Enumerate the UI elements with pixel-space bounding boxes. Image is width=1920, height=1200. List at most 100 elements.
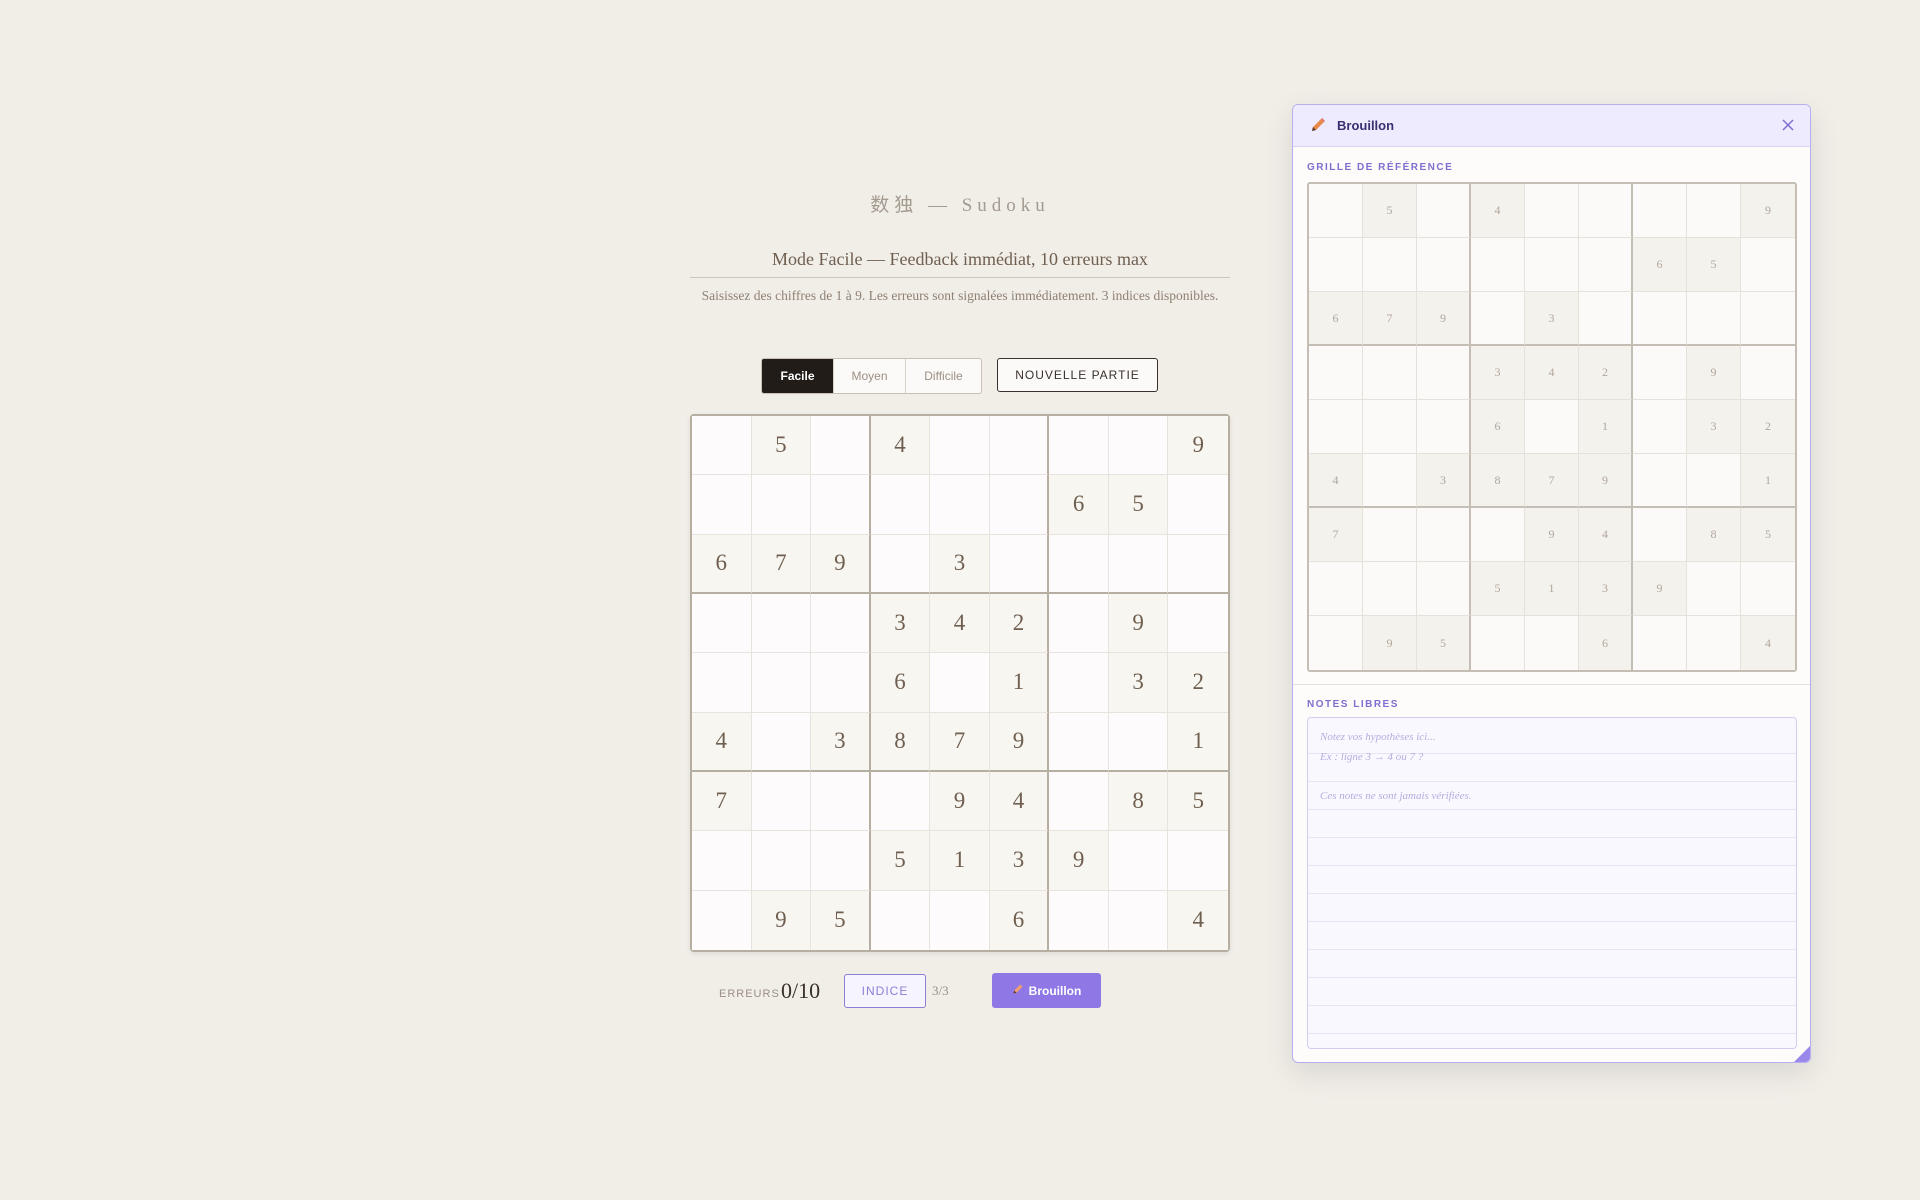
sudoku-cell[interactable]	[1108, 534, 1169, 594]
sudoku-cell[interactable]: 9	[930, 771, 990, 832]
sudoku-cell[interactable]	[811, 653, 871, 713]
sudoku-cell[interactable]	[870, 475, 931, 535]
sudoku-cell[interactable]	[692, 416, 752, 476]
difficulty-moyen-button[interactable]: Moyen	[834, 359, 906, 393]
sudoku-cell[interactable]: 9	[1108, 593, 1169, 654]
sudoku-cell[interactable]: 2	[989, 593, 1050, 654]
sudoku-cell[interactable]: 5	[811, 890, 871, 950]
sudoku-cell[interactable]	[1108, 890, 1169, 950]
sudoku-cell[interactable]: 9	[751, 890, 812, 950]
reference-cell	[1687, 562, 1741, 616]
sudoku-cell[interactable]	[692, 593, 752, 654]
sudoku-cell[interactable]: 4	[1168, 890, 1228, 950]
draft-panel-header[interactable]: Brouillon	[1293, 105, 1810, 147]
reference-grid: 549656793342961324387917948551399564	[1307, 182, 1797, 672]
sudoku-cell[interactable]	[751, 593, 812, 654]
sudoku-cell[interactable]	[930, 416, 990, 476]
sudoku-cell[interactable]	[811, 475, 871, 535]
sudoku-cell[interactable]	[870, 771, 931, 832]
sudoku-cell[interactable]: 7	[751, 534, 812, 594]
sudoku-cell[interactable]	[989, 475, 1050, 535]
sudoku-cell[interactable]: 4	[930, 593, 990, 654]
sudoku-cell[interactable]	[751, 475, 812, 535]
sudoku-cell[interactable]: 7	[930, 712, 990, 772]
sudoku-cell[interactable]	[692, 653, 752, 713]
sudoku-cell[interactable]: 6	[692, 534, 752, 594]
hint-button[interactable]: INDICE	[844, 974, 926, 1008]
sudoku-cell[interactable]	[930, 475, 990, 535]
sudoku-cell[interactable]	[1168, 475, 1228, 535]
sudoku-cell[interactable]: 1	[989, 653, 1050, 713]
difficulty-facile-button[interactable]: Facile	[762, 359, 834, 393]
sudoku-cell[interactable]	[1168, 534, 1228, 594]
sudoku-cell[interactable]	[870, 534, 931, 594]
sudoku-cell[interactable]	[1108, 712, 1169, 772]
sudoku-cell[interactable]	[1049, 712, 1109, 772]
notes-textarea[interactable]: Notez vos hypothèses ici... Ex : ligne 3…	[1307, 717, 1797, 1049]
sudoku-cell[interactable]: 5	[1168, 771, 1228, 832]
reference-cell	[1309, 400, 1363, 454]
draft-panel: Brouillon GRILLE DE RÉFÉRENCE 5496567933…	[1292, 104, 1811, 1063]
sudoku-cell[interactable]: 3	[1108, 653, 1169, 713]
sudoku-cell[interactable]	[930, 890, 990, 950]
sudoku-cell[interactable]: 1	[1168, 712, 1228, 772]
sudoku-cell[interactable]: 3	[811, 712, 871, 772]
sudoku-cell[interactable]	[989, 416, 1050, 476]
sudoku-cell[interactable]: 6	[1049, 475, 1109, 535]
close-icon[interactable]	[1780, 117, 1796, 133]
sudoku-cell[interactable]	[1108, 416, 1169, 476]
sudoku-cell[interactable]: 7	[692, 771, 752, 832]
sudoku-cell[interactable]: 5	[751, 416, 812, 476]
sudoku-cell[interactable]	[751, 831, 812, 891]
sudoku-cell[interactable]: 2	[1168, 653, 1228, 713]
sudoku-cell[interactable]	[870, 890, 931, 950]
sudoku-cell[interactable]	[751, 653, 812, 713]
sudoku-cell[interactable]: 3	[870, 593, 931, 654]
sudoku-cell[interactable]: 9	[1168, 416, 1228, 476]
sudoku-cell[interactable]: 8	[870, 712, 931, 772]
sudoku-cell[interactable]: 9	[989, 712, 1050, 772]
sudoku-cell[interactable]: 4	[870, 416, 931, 476]
sudoku-cell[interactable]: 8	[1108, 771, 1169, 832]
reference-cell: 9	[1633, 562, 1687, 616]
sudoku-cell[interactable]	[1049, 534, 1109, 594]
sudoku-cell[interactable]	[751, 771, 812, 832]
sudoku-cell[interactable]: 6	[870, 653, 931, 713]
sudoku-cell[interactable]: 5	[1108, 475, 1169, 535]
sudoku-cell[interactable]	[692, 475, 752, 535]
reference-cell: 6	[1471, 400, 1525, 454]
sudoku-cell[interactable]	[811, 771, 871, 832]
sudoku-cell[interactable]: 6	[989, 890, 1050, 950]
sudoku-cell[interactable]	[751, 712, 812, 772]
sudoku-cell[interactable]: 1	[930, 831, 990, 891]
sudoku-cell[interactable]	[811, 831, 871, 891]
sudoku-cell[interactable]	[1168, 593, 1228, 654]
sudoku-cell[interactable]	[692, 890, 752, 950]
sudoku-cell[interactable]	[989, 534, 1050, 594]
reference-cell: 7	[1525, 454, 1579, 508]
sudoku-cell[interactable]	[1049, 771, 1109, 832]
sudoku-cell[interactable]	[1168, 831, 1228, 891]
sudoku-cell[interactable]: 9	[1049, 831, 1109, 891]
sudoku-cell[interactable]	[1049, 653, 1109, 713]
sudoku-cell[interactable]	[1049, 593, 1109, 654]
sudoku-cell[interactable]	[811, 593, 871, 654]
difficulty-difficile-button[interactable]: Difficile	[906, 359, 981, 393]
notes-placeholder-line: Notez vos hypothèses ici...	[1320, 731, 1436, 743]
sudoku-cell[interactable]: 3	[989, 831, 1050, 891]
resize-handle[interactable]	[1794, 1046, 1810, 1062]
sudoku-cell[interactable]: 4	[989, 771, 1050, 832]
sudoku-cell[interactable]	[811, 416, 871, 476]
sudoku-cell[interactable]: 4	[692, 712, 752, 772]
sudoku-cell[interactable]	[692, 831, 752, 891]
sudoku-cell[interactable]	[1049, 890, 1109, 950]
draft-button[interactable]: Brouillon	[992, 973, 1101, 1008]
sudoku-cell[interactable]	[930, 653, 990, 713]
sudoku-cell[interactable]	[1049, 416, 1109, 476]
sudoku-cell[interactable]: 3	[930, 534, 990, 594]
sudoku-cell[interactable]: 5	[870, 831, 931, 891]
new-game-button[interactable]: NOUVELLE PARTIE	[997, 358, 1158, 392]
reference-cell	[1633, 292, 1687, 346]
sudoku-cell[interactable]	[1108, 831, 1169, 891]
sudoku-cell[interactable]: 9	[811, 534, 871, 594]
